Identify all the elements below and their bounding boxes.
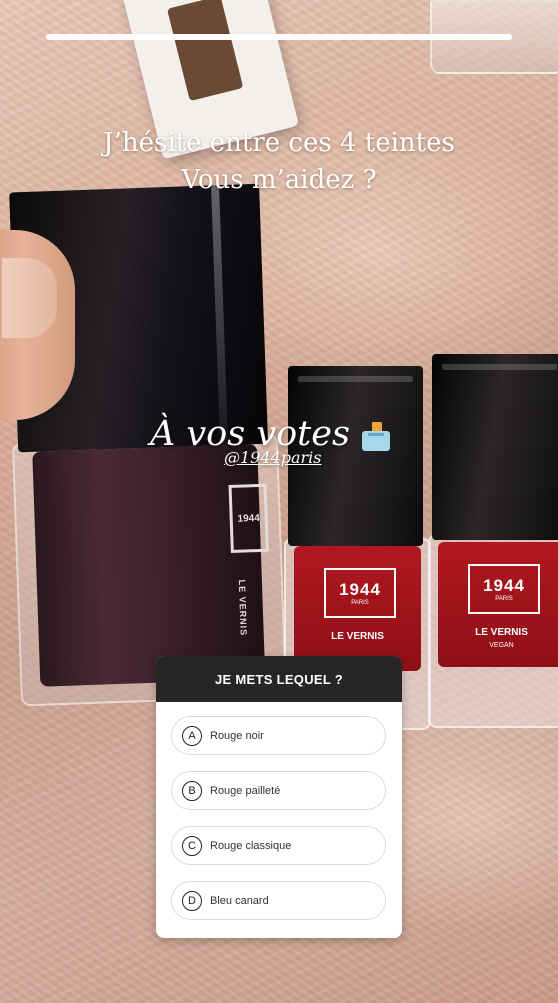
label-main: LE VERNIS — [331, 631, 384, 642]
dark-polish-liquid: 1944 LE VERNIS — [32, 444, 269, 687]
ballot-box-icon — [360, 421, 392, 451]
option-label: Bleu canard — [210, 894, 269, 907]
red-polish-liquid: 1944 PARIS LE VERNIS VEGAN — [438, 542, 558, 667]
mention-link[interactable]: @1944paris — [224, 448, 336, 467]
logo-number: 1944 — [483, 575, 525, 595]
caption-line-1: J’hésite entre ces 4 teintes — [103, 128, 455, 158]
label-sub: VEGAN — [489, 642, 514, 649]
label-main: LE VERNIS — [475, 627, 528, 638]
red-bottle-glass: 1944 PARIS LE VERNIS VEGAN — [428, 534, 558, 728]
option-letter: C — [182, 835, 202, 856]
red-bottle-logo: 1944 PARIS — [468, 564, 540, 614]
poll-sticker: JE METS LEQUEL ? A Rouge noir B Rouge pa… — [156, 656, 402, 938]
poll-option-a[interactable]: A Rouge noir — [171, 716, 386, 755]
dark-bottle-logo: 1944 — [228, 483, 269, 553]
option-letter: A — [182, 725, 202, 746]
red-bottle-cap — [432, 354, 558, 540]
thumb — [0, 230, 75, 420]
red-bottle-logo: 1944 PARIS — [324, 568, 396, 618]
caption-line-2: Vous m’aidez ? — [181, 165, 377, 195]
option-label: Rouge classique — [210, 839, 292, 852]
story-progress-bar — [46, 34, 512, 40]
logo-sub: PARIS — [351, 599, 369, 606]
dark-bottle-label: LE VERNIS — [236, 579, 249, 637]
story-progress-fill — [46, 34, 512, 40]
option-label: Rouge pailleté — [210, 784, 281, 797]
option-label: Rouge noir — [210, 729, 264, 742]
red-polish-liquid: 1944 PARIS LE VERNIS — [294, 546, 421, 671]
red-bottle-label: LE VERNIS VEGAN — [438, 626, 558, 652]
option-letter: D — [182, 890, 202, 911]
red-polish-bottle-2: 1944 PARIS LE VERNIS VEGAN — [428, 354, 558, 728]
option-letter: B — [182, 780, 202, 801]
poll-option-b[interactable]: B Rouge pailleté — [171, 771, 386, 810]
poll-question: JE METS LEQUEL ? — [156, 656, 402, 702]
logo-sub: PARIS — [495, 595, 513, 602]
story-view: 1944 LE VERNIS 1944 PARIS LE VERNIS 1944… — [0, 0, 558, 1003]
poll-option-c[interactable]: C Rouge classique — [171, 826, 386, 865]
red-bottle-label: LE VERNIS — [294, 630, 421, 643]
poll-option-d[interactable]: D Bleu canard — [171, 881, 386, 920]
logo-number: 1944 — [339, 579, 381, 599]
